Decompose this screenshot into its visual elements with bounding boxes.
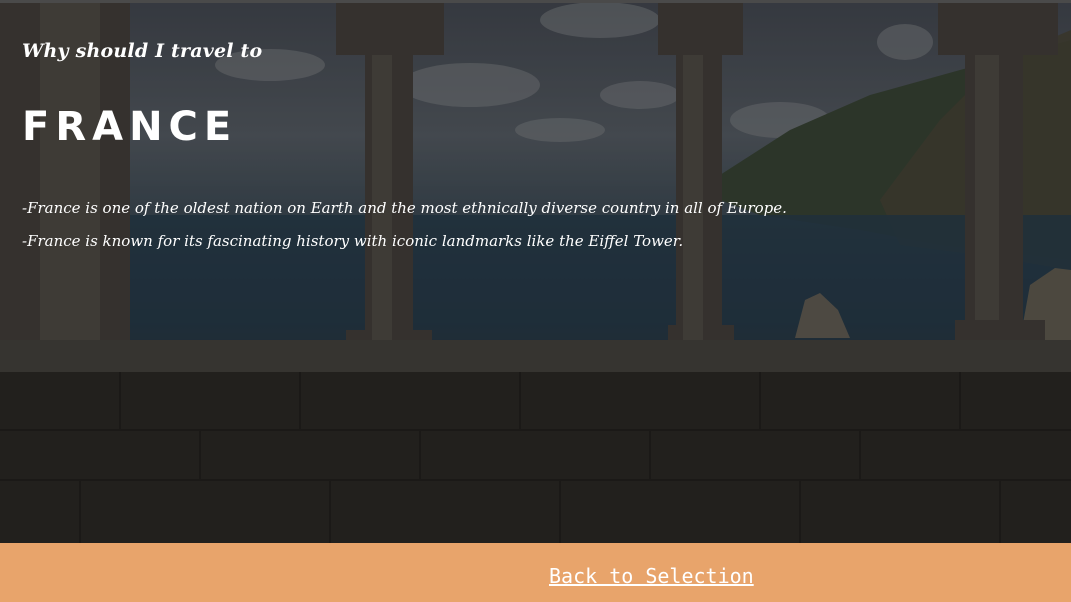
back-to-selection-link[interactable]: Back to Selection bbox=[549, 564, 754, 588]
top-border bbox=[0, 0, 1071, 3]
facts-list: -France is one of the oldest nation on E… bbox=[22, 192, 787, 258]
fact-item: -France is one of the oldest nation on E… bbox=[22, 199, 787, 217]
hero-background: Why should I travel to FRANCE -France is… bbox=[0, 0, 1071, 543]
page-title: FRANCE bbox=[22, 104, 238, 150]
hero-subtitle: Why should I travel to bbox=[22, 40, 263, 62]
fact-item: -France is known for its fascinating his… bbox=[22, 232, 684, 250]
hero-overlay bbox=[0, 0, 1071, 543]
footer-bar bbox=[0, 543, 1071, 602]
